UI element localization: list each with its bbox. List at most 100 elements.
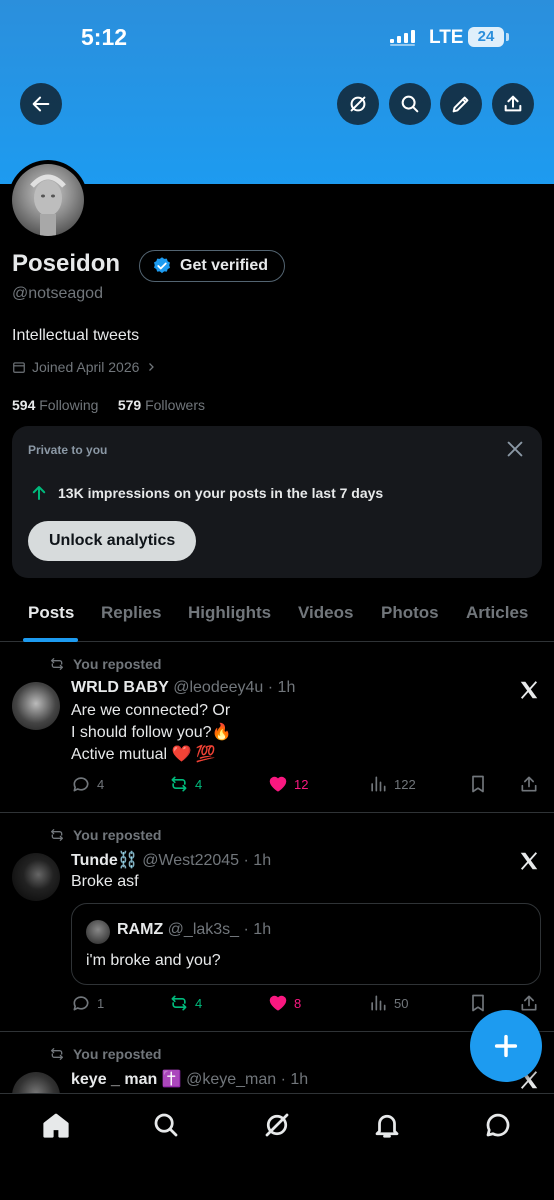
post-line: I should follow you?🔥 — [71, 724, 232, 741]
tab-photos[interactable]: Photos — [381, 603, 439, 623]
bookmark-icon — [472, 775, 484, 793]
repost-indicator: You reposted — [49, 827, 161, 843]
avatar — [12, 164, 84, 236]
views-button[interactable]: 122 — [368, 774, 416, 794]
quoted-author-handle: @_lak3s_ — [167, 921, 240, 938]
quoted-post-header: RAMZ @_lak3s_ · 1h — [117, 921, 271, 939]
private-label: Private to you — [28, 443, 108, 457]
edit-button[interactable] — [440, 83, 482, 125]
avatar[interactable] — [12, 1072, 60, 1093]
post-text: Are we connected? Or I should follow you… — [71, 700, 231, 766]
chevron-right-icon — [149, 363, 155, 371]
repost-button[interactable]: 4 — [169, 774, 202, 794]
reply-button[interactable]: 1 — [71, 993, 104, 1013]
repost-button[interactable]: 4 — [169, 993, 202, 1013]
followers-count: 579 — [117, 397, 142, 413]
private-analytics-card: Private to you 13K impressions on your p… — [12, 426, 542, 578]
post-time: · 1h — [267, 679, 296, 696]
bell-icon — [375, 1114, 399, 1138]
nav-search[interactable] — [151, 1110, 181, 1140]
quoted-author-name: RAMZ — [117, 921, 164, 938]
repost-label: You reposted — [73, 827, 162, 843]
reply-button[interactable]: 4 — [71, 774, 104, 794]
nav-notifications[interactable] — [372, 1110, 402, 1140]
profile-name: Poseidon — [12, 250, 121, 277]
reply-count: 1 — [97, 995, 105, 1011]
heart-filled-icon — [269, 776, 287, 792]
repost-icon — [51, 829, 63, 841]
nav-messages[interactable] — [483, 1110, 513, 1140]
verified-badge-icon — [154, 257, 170, 274]
post-line: Broke asf — [71, 873, 139, 890]
impressions-text: 13K impressions on your posts in the las… — [58, 485, 384, 501]
chat-bubble-icon — [486, 1113, 510, 1137]
grok-icon — [350, 96, 366, 112]
tab-replies[interactable]: Replies — [101, 603, 161, 623]
post-item[interactable]: You reposted Tunde⛓️ @West22045 · 1h Bro… — [0, 814, 554, 1032]
avatar[interactable] — [12, 682, 60, 730]
avatar[interactable] — [12, 853, 60, 901]
quoted-post[interactable]: RAMZ @_lak3s_ · 1h i'm broke and you? — [71, 903, 541, 985]
author-handle[interactable]: @keye_man — [186, 1071, 276, 1088]
tab-highlights[interactable]: Highlights — [188, 603, 271, 623]
share-icon — [521, 776, 537, 792]
grok-button[interactable] — [337, 83, 379, 125]
repost-label: You reposted — [73, 656, 162, 672]
unlock-analytics-button[interactable]: Unlock analytics — [28, 521, 197, 561]
bottom-navigation — [0, 1093, 554, 1200]
post-header: WRLD BABY @leodeey4u · 1h — [71, 679, 295, 697]
get-verified-button[interactable]: Get verified — [139, 250, 286, 282]
views-icon — [371, 776, 386, 792]
calendar-icon — [13, 362, 25, 373]
author-handle[interactable]: @West22045 — [142, 852, 239, 869]
home-icon — [43, 1113, 69, 1138]
share-post-button[interactable] — [519, 993, 539, 1013]
bookmark-icon — [472, 994, 484, 1012]
bookmark-button[interactable] — [468, 993, 488, 1013]
like-button[interactable]: 8 — [268, 993, 301, 1013]
profile-bio: Intellectual tweets — [12, 327, 140, 344]
followers-label: Followers — [145, 397, 205, 413]
tab-articles[interactable]: Articles — [466, 603, 528, 623]
view-count: 50 — [394, 995, 409, 1011]
grok-icon — [265, 1113, 289, 1137]
share-button[interactable] — [492, 83, 534, 125]
nav-grok[interactable] — [262, 1110, 292, 1140]
following-count: 594 — [12, 397, 36, 413]
author-name[interactable]: keye _ man ✝️ — [71, 1071, 182, 1088]
status-bar: 5:12 LTE 24 — [0, 0, 554, 76]
reply-icon — [73, 777, 89, 792]
bookmark-button[interactable] — [468, 774, 488, 794]
author-name[interactable]: Tunde⛓️ — [71, 852, 138, 869]
nav-home[interactable] — [41, 1110, 71, 1140]
repost-icon — [171, 776, 187, 792]
author-name[interactable]: WRLD BABY — [71, 679, 169, 696]
tab-videos[interactable]: Videos — [298, 603, 353, 623]
signal-icon — [390, 30, 415, 46]
like-button[interactable]: 12 — [268, 774, 308, 794]
post-time: · 1h — [280, 1071, 309, 1088]
profile-avatar-frame[interactable] — [8, 160, 88, 240]
arrow-up-icon — [32, 486, 46, 500]
share-icon — [504, 95, 522, 112]
tab-posts[interactable]: Posts — [28, 603, 74, 623]
battery-indicator: 24 — [468, 27, 509, 47]
back-button[interactable] — [20, 83, 62, 125]
joined-date[interactable]: Joined April 2026 — [12, 359, 157, 375]
close-icon[interactable] — [504, 438, 526, 460]
compose-button[interactable] — [470, 1010, 542, 1082]
reply-count: 4 — [97, 776, 105, 792]
author-handle[interactable]: @leodeey4u — [173, 679, 263, 696]
following-link[interactable]: 594 Following — [12, 397, 98, 413]
joined-label: Joined April 2026 — [32, 359, 140, 375]
plus-icon — [494, 1034, 518, 1058]
views-icon — [371, 995, 386, 1011]
followers-link[interactable]: 579 Followers — [118, 397, 205, 413]
follow-stats: 594 Following 579 Followers — [12, 397, 205, 413]
search-button[interactable] — [389, 83, 431, 125]
post-line: Active mutual ❤️ 💯 — [71, 746, 216, 763]
repost-indicator: You reposted — [49, 1046, 161, 1062]
views-button[interactable]: 50 — [368, 993, 408, 1013]
share-post-button[interactable] — [519, 774, 539, 794]
post-item[interactable]: You reposted WRLD BABY @leodeey4u · 1h A… — [0, 643, 554, 813]
